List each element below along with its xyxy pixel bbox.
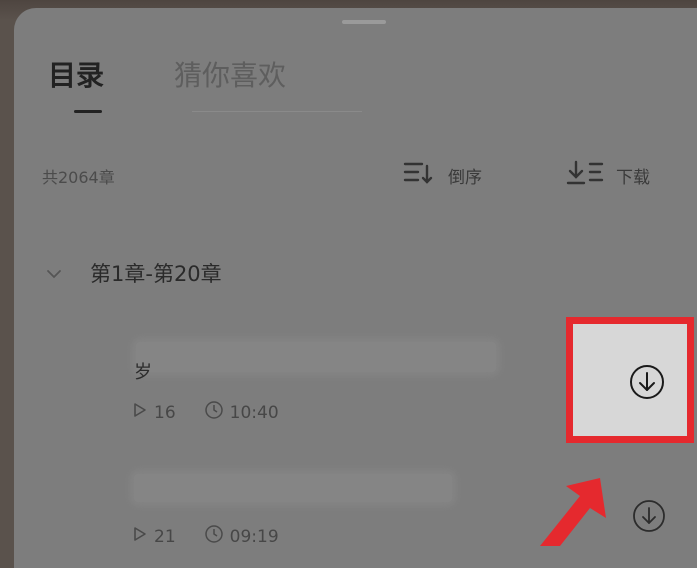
- sheet-drag-handle[interactable]: [342, 20, 386, 24]
- chapter-count: 共2064章: [42, 168, 115, 187]
- duration-icon: [204, 524, 224, 549]
- duration-icon: [204, 400, 224, 425]
- play-count-icon: [132, 401, 148, 424]
- download-circle-icon: [629, 364, 665, 404]
- sort-reverse-label: 倒序: [448, 167, 482, 188]
- volume-group-header[interactable]: 第1章-第20章: [46, 258, 222, 288]
- play-count: 21: [154, 526, 176, 547]
- tab-divider: [192, 111, 362, 112]
- tab-catalog[interactable]: 目录: [48, 58, 104, 94]
- tab-recommendations[interactable]: 猜你喜欢: [174, 58, 286, 94]
- pointer-arrow-annotation: [540, 478, 610, 550]
- batch-download-button[interactable]: 下载: [566, 160, 650, 190]
- chapter-meta: 16 10:40: [132, 400, 279, 425]
- chapter-download-button[interactable]: [629, 364, 665, 404]
- volume-label: 第1章-第20章: [90, 262, 222, 286]
- download-circle-icon: [632, 499, 666, 537]
- chapter-meta: 21 09:19: [132, 524, 279, 549]
- play-count: 16: [154, 402, 176, 423]
- chevron-down-icon: [46, 261, 62, 285]
- chapter-title-blurred[interactable]: [134, 474, 452, 502]
- chapter-download-button[interactable]: [631, 500, 667, 536]
- batch-download-label: 下载: [616, 167, 650, 188]
- chapter-title[interactable]: 岁: [134, 358, 152, 384]
- highlight-annotation: [566, 317, 694, 443]
- duration: 09:19: [229, 526, 279, 547]
- sort-reverse-button[interactable]: 倒序: [402, 160, 482, 190]
- duration: 10:40: [229, 402, 279, 423]
- play-count-icon: [132, 525, 148, 548]
- download-list-icon: [566, 159, 616, 192]
- sort-reverse-icon: [402, 160, 448, 191]
- chapter-title-blurred: [136, 342, 496, 372]
- active-tab-indicator: [74, 110, 102, 113]
